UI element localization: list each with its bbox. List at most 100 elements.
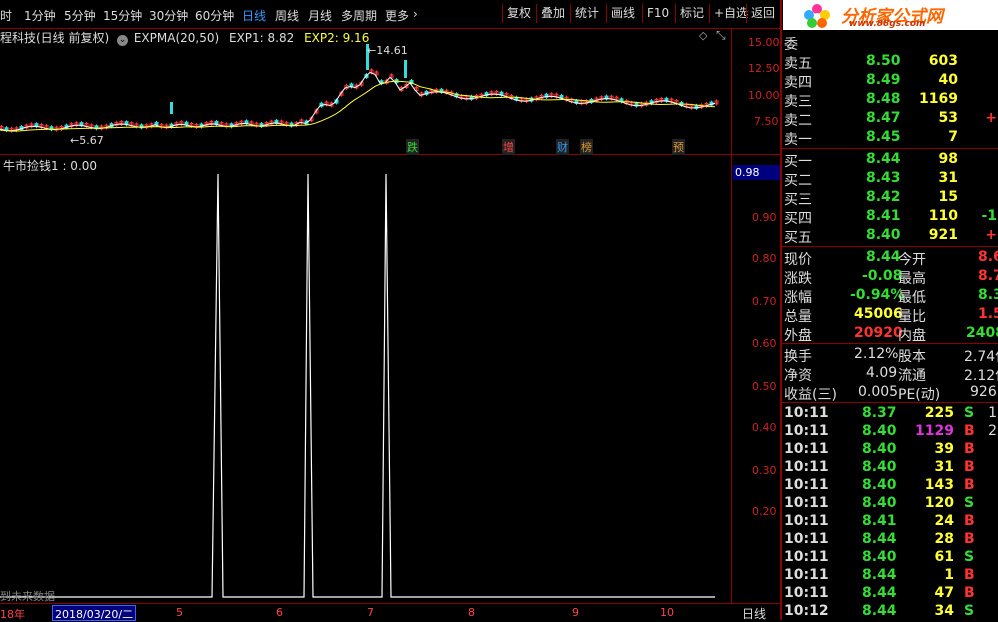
- price-tick: 12.50: [748, 62, 780, 75]
- quote-row-outer: 外盘 20920 内盘 2408: [782, 324, 998, 344]
- quote-row-change: 涨跌 -0.08 最高 8.7: [782, 267, 998, 287]
- brand-banner: 分析家公式网 www.88gs.com: [783, 0, 998, 30]
- brand-url[interactable]: www.88gs.com: [849, 19, 925, 29]
- x-axis-month: 8: [468, 606, 475, 619]
- tick-extra: 2: [988, 423, 997, 439]
- divider: [782, 402, 998, 403]
- tick-price: 8.41: [862, 513, 897, 529]
- bid-row-2[interactable]: 买二 8.43 31: [782, 169, 998, 189]
- quote-value: -0.94%: [850, 287, 905, 303]
- event-marker-forecast[interactable]: 预: [672, 139, 685, 155]
- tick-volume: 34: [934, 603, 954, 619]
- price-tick: 7.50: [754, 115, 779, 128]
- tick-time: 10:11: [784, 441, 829, 457]
- bid-row-5[interactable]: 买五 8.40 921 +: [782, 226, 998, 246]
- draw-button[interactable]: 画线: [606, 4, 639, 23]
- quote-label: 外盘: [784, 328, 812, 344]
- bid-volume: 15: [938, 189, 958, 205]
- period-tab-30min[interactable]: 30分钟: [149, 7, 188, 24]
- tick-time: 10:11: [784, 477, 829, 493]
- tick-row: 10:11 8.44 47 B: [782, 584, 998, 603]
- divider: [782, 246, 998, 247]
- indicator-tick: 0.80: [752, 252, 777, 265]
- price-panel-bottom-border: [0, 154, 780, 155]
- ask-volume: 53: [938, 110, 958, 126]
- tick-side: S: [964, 549, 975, 565]
- quote-label: 最高: [898, 271, 926, 287]
- ask-row-2[interactable]: 卖二 8.47 53 +: [782, 109, 998, 129]
- event-marker-finance[interactable]: 财: [556, 139, 569, 155]
- period-tab-5min[interactable]: 5分钟: [64, 7, 96, 24]
- tick-list[interactable]: 10:11 8.37 225 S 1 10:11 8.40 1129 B 2 10:11 8.40 39…: [782, 404, 998, 620]
- period-tab-1min[interactable]: 1分钟: [24, 7, 56, 24]
- event-marker-increase[interactable]: 增: [502, 139, 515, 155]
- bid-row-4[interactable]: 买四 8.41 110 -1: [782, 207, 998, 227]
- bid-price: 8.41: [866, 208, 901, 224]
- period-tab-multi[interactable]: 多周期: [341, 7, 377, 24]
- quote-label: 股本: [898, 349, 926, 365]
- tick-time: 10:11: [784, 405, 829, 421]
- bid-volume: 31: [938, 170, 958, 186]
- ask-row-5[interactable]: 卖五 8.50 603: [782, 52, 998, 72]
- overlay-button[interactable]: 叠加: [536, 4, 569, 23]
- bid-price: 8.40: [866, 227, 901, 243]
- ask-row-3[interactable]: 卖三 8.48 1169: [782, 90, 998, 110]
- quote-label: 涨跌: [784, 271, 812, 287]
- event-marker-drop[interactable]: 跌: [406, 139, 419, 155]
- tick-volume: 120: [924, 495, 954, 511]
- bid-volume: 110: [928, 208, 958, 224]
- ask-price: 8.47: [866, 110, 901, 126]
- adjust-button[interactable]: 复权: [502, 4, 535, 23]
- quote-row-volume: 总量 45006 量比 1.5: [782, 305, 998, 325]
- tick-side: B: [964, 567, 975, 583]
- indicator-chart[interactable]: [0, 156, 731, 603]
- bid-row-3[interactable]: 买三 8.42 15: [782, 188, 998, 208]
- chevron-right-icon[interactable]: ›: [413, 7, 418, 21]
- tick-side: B: [964, 585, 975, 601]
- period-tab-weekly[interactable]: 周线: [275, 7, 299, 24]
- price-chart[interactable]: [0, 30, 731, 154]
- tick-time: 10:11: [784, 495, 829, 511]
- bid-price: 8.42: [866, 189, 901, 205]
- period-tab-time[interactable]: 时: [0, 7, 12, 24]
- period-tab-daily[interactable]: 日线: [242, 7, 266, 24]
- candlestick-series: [0, 44, 719, 133]
- future-data-note: 到未来数据: [0, 590, 55, 603]
- bid-label: 买五: [784, 230, 812, 246]
- tick-price: 8.44: [862, 585, 897, 601]
- period-tab-60min[interactable]: 60分钟: [195, 7, 234, 24]
- event-marker-rank[interactable]: 榜: [580, 139, 593, 155]
- x-axis-month: 7: [367, 606, 374, 619]
- tick-time: 10:11: [784, 531, 829, 547]
- price-tick: 15.00: [748, 36, 780, 49]
- tick-row: 10:11 8.40 120 S: [782, 494, 998, 513]
- indicator-tick: 0.90: [752, 211, 777, 224]
- bid-label: 买二: [784, 173, 812, 189]
- quote-label: 今开: [898, 252, 926, 268]
- bid-row-1[interactable]: 买一 8.44 98: [782, 150, 998, 170]
- bid-label: 买三: [784, 192, 812, 208]
- bid-price: 8.44: [866, 151, 901, 167]
- price-tick: 10.00: [748, 89, 780, 102]
- ask-price: 8.49: [866, 72, 901, 88]
- tick-time: 10:11: [784, 549, 829, 565]
- tick-volume: 47: [934, 585, 954, 601]
- tick-extra: 1: [988, 405, 997, 421]
- bid-label: 买四: [784, 211, 812, 227]
- stats-button[interactable]: 统计: [570, 4, 603, 23]
- quote-value: 2.74亿: [964, 349, 998, 365]
- period-tab-15min[interactable]: 15分钟: [103, 7, 142, 24]
- ask-row-1[interactable]: 卖一 8.45 7: [782, 128, 998, 148]
- ask-row-4[interactable]: 卖四 8.49 40: [782, 71, 998, 91]
- mark-button[interactable]: 标记: [675, 4, 708, 23]
- period-tab-monthly[interactable]: 月线: [308, 7, 332, 24]
- tick-row: 10:11 8.44 1 B: [782, 566, 998, 585]
- back-button[interactable]: 返回: [746, 4, 779, 23]
- quote-label: 收益(三): [784, 387, 837, 403]
- f10-button[interactable]: F10: [642, 4, 673, 23]
- tick-price: 8.44: [862, 603, 897, 619]
- x-axis-month: 5: [176, 606, 183, 619]
- quote-value: 926.: [970, 384, 998, 400]
- ask-price: 8.45: [866, 129, 901, 145]
- period-tab-more[interactable]: 更多: [385, 7, 409, 24]
